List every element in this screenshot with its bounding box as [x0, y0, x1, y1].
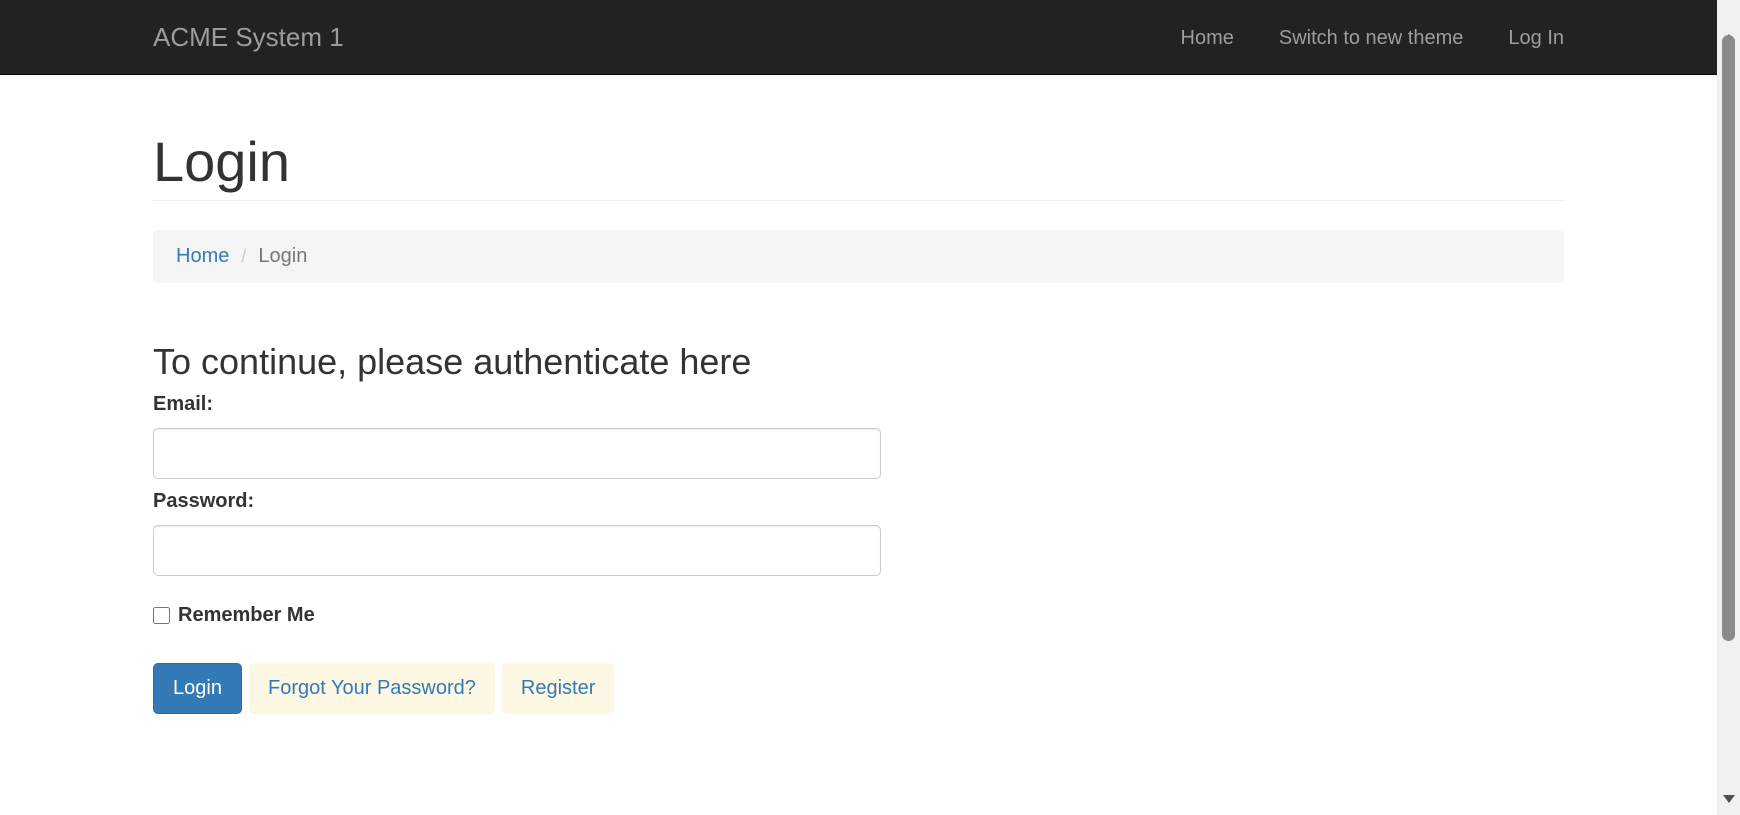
- register-button[interactable]: Register: [501, 663, 615, 714]
- login-button[interactable]: Login: [153, 663, 242, 714]
- remember-me-label: Remember Me: [178, 604, 315, 626]
- nav-login-link[interactable]: Log In: [1508, 24, 1564, 52]
- breadcrumb: Home / Login: [153, 230, 1564, 283]
- vertical-scrollbar[interactable]: [1717, 0, 1740, 815]
- nav-links: Home Switch to new theme Log In: [1181, 24, 1565, 52]
- breadcrumb-separator: /: [241, 246, 247, 266]
- nav-switch-theme-link[interactable]: Switch to new theme: [1279, 24, 1464, 52]
- email-label: Email:: [153, 393, 214, 415]
- forgot-password-button[interactable]: Forgot Your Password?: [249, 663, 495, 714]
- main-container: Login Home / Login To continue, please a…: [153, 75, 1564, 714]
- password-field[interactable]: [153, 525, 881, 576]
- brand-link[interactable]: ACME System 1: [153, 22, 344, 52]
- page-header: Login: [153, 132, 1564, 201]
- top-navbar: ACME System 1 Home Switch to new theme L…: [0, 0, 1717, 75]
- scroll-down-arrow-icon[interactable]: [1723, 795, 1735, 803]
- remember-me-row: Remember Me: [153, 604, 1564, 627]
- nav-home-link[interactable]: Home: [1181, 24, 1234, 52]
- scrollbar-thumb[interactable]: [1722, 35, 1735, 641]
- form-actions: Login Forgot Your Password? Register: [153, 663, 1564, 714]
- password-label: Password:: [153, 490, 255, 512]
- email-field[interactable]: [153, 428, 881, 479]
- page-viewport: ACME System 1 Home Switch to new theme L…: [0, 0, 1717, 815]
- remember-me-checkbox[interactable]: [153, 607, 170, 624]
- breadcrumb-current: Login: [258, 245, 308, 267]
- page-title: Login: [153, 130, 291, 193]
- breadcrumb-home-link[interactable]: Home: [176, 245, 229, 268]
- form-heading: To continue, please authenticate here: [153, 341, 752, 382]
